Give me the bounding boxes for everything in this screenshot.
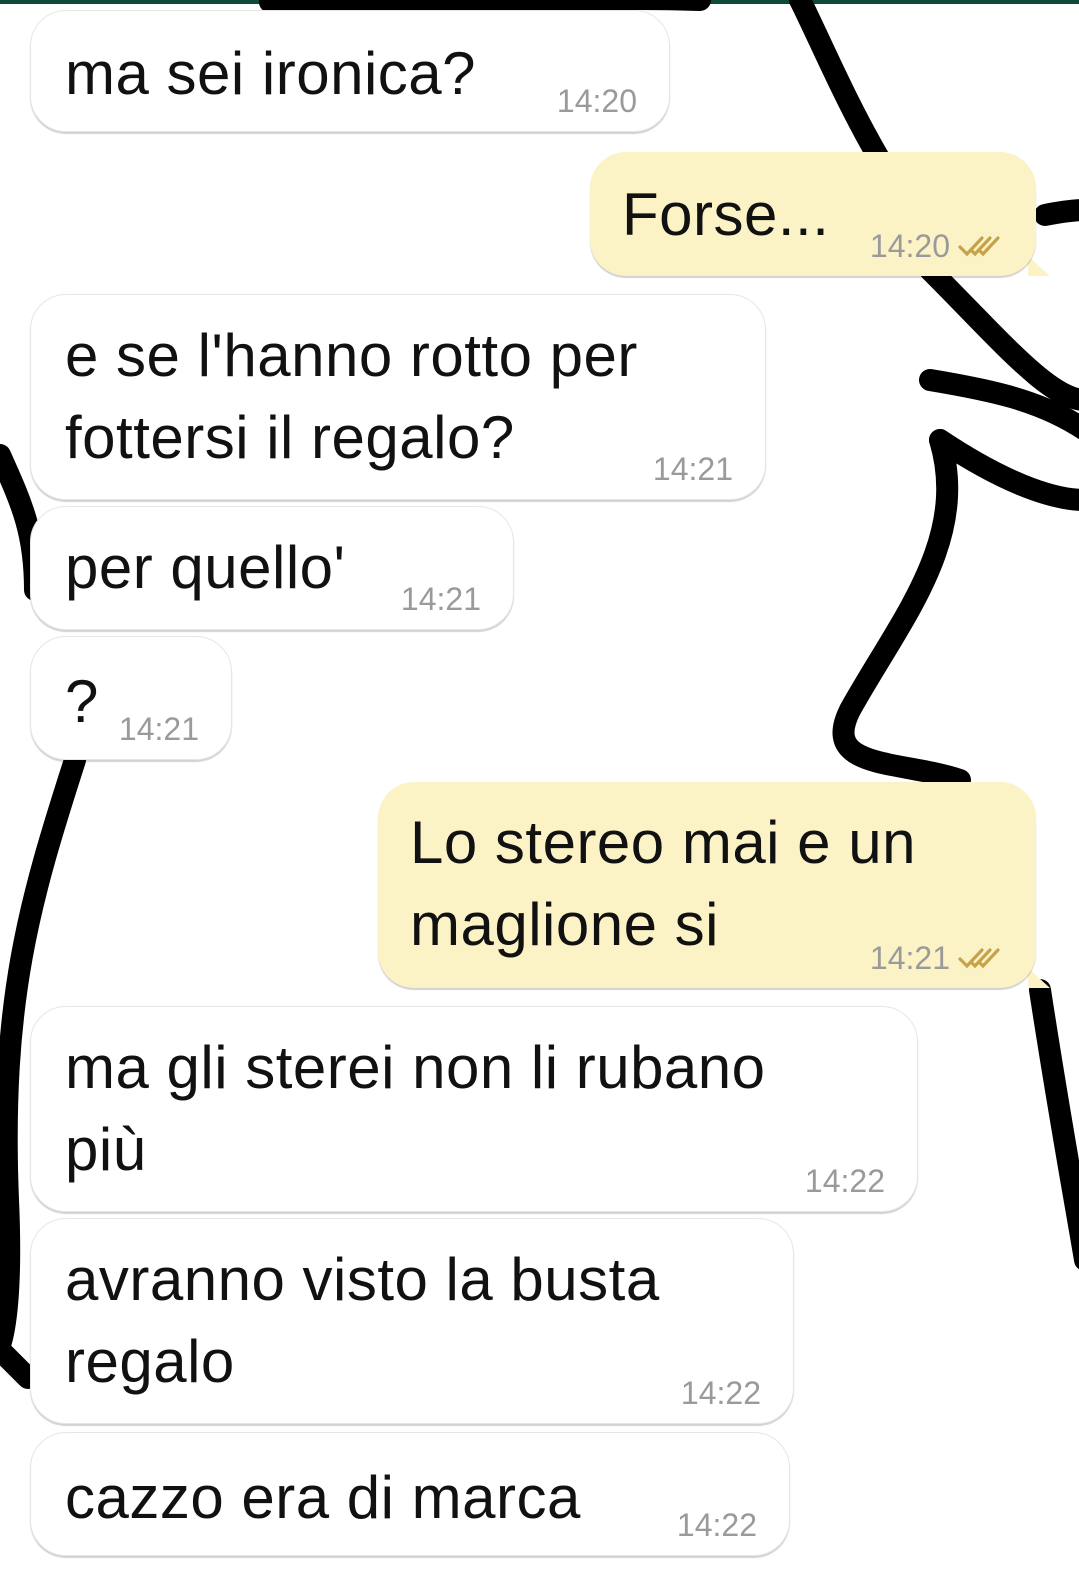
message-timestamp: 14:20 — [869, 228, 950, 264]
message-timestamp: 14:20 — [556, 83, 637, 119]
message-meta: 14:20 — [870, 228, 1004, 264]
incoming-message-bubble[interactable]: cazzo era di marca 14:22 — [30, 1432, 790, 1556]
message-text: ma gli sterei non li rubano più — [65, 1034, 766, 1183]
double-check-icon — [958, 948, 1000, 969]
message-meta: 14:21 — [870, 940, 1004, 976]
message-meta: 14:20 — [557, 83, 637, 119]
message-timestamp: 14:22 — [676, 1507, 757, 1543]
outgoing-message-bubble[interactable]: Forse... 14:20 — [590, 152, 1036, 276]
incoming-message-bubble[interactable]: ma sei ironica? 14:20 — [30, 10, 670, 132]
incoming-message-bubble[interactable]: ? 14:21 — [30, 636, 232, 760]
incoming-message-bubble[interactable]: per quello' 14:21 — [30, 506, 514, 630]
message-meta: 14:22 — [677, 1507, 757, 1543]
message-meta: 14:21 — [119, 711, 199, 747]
message-timestamp: 14:22 — [680, 1375, 761, 1411]
incoming-message-bubble[interactable]: avranno visto la busta regalo 14:22 — [30, 1218, 794, 1424]
message-meta: 14:22 — [681, 1375, 761, 1411]
message-timestamp: 14:21 — [652, 451, 733, 487]
incoming-message-bubble[interactable]: ma gli sterei non li rubano più 14:22 — [30, 1006, 918, 1212]
message-timestamp: 14:22 — [804, 1163, 885, 1199]
message-timestamp: 14:21 — [118, 711, 199, 747]
message-timestamp: 14:21 — [869, 940, 950, 976]
double-check-icon — [958, 236, 1000, 257]
message-text: avranno visto la busta regalo — [65, 1246, 660, 1395]
message-text: cazzo era di marca — [65, 1464, 581, 1531]
message-timestamp: 14:21 — [400, 581, 481, 617]
message-meta: 14:22 — [805, 1163, 885, 1199]
message-text: e se l'hanno rotto per fottersi il regal… — [65, 322, 638, 471]
message-meta: 14:21 — [401, 581, 481, 617]
message-meta: 14:21 — [653, 451, 733, 487]
outgoing-message-bubble[interactable]: Lo stereo mai e un maglione si 14:21 — [378, 782, 1036, 988]
incoming-message-bubble[interactable]: e se l'hanno rotto per fottersi il regal… — [30, 294, 766, 500]
